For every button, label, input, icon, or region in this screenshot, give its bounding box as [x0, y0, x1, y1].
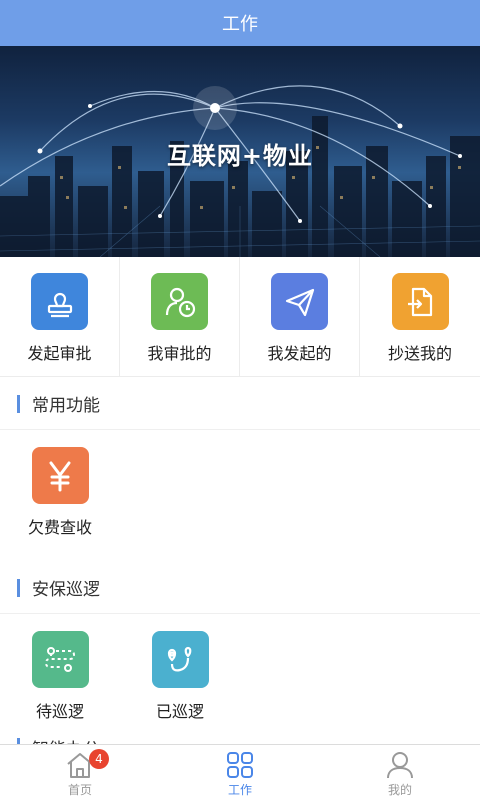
bottom-tab-bar: 4 首页 工作 我的: [0, 744, 480, 800]
grid-item-pending-patrol[interactable]: 待巡逻: [0, 631, 120, 722]
grid-item-label: 待巡逻: [35, 702, 84, 721]
tab-label: 首页: [67, 783, 92, 797]
user-clock-icon: [151, 273, 208, 330]
tab-work[interactable]: 工作: [160, 745, 320, 800]
grid-icon: [227, 752, 253, 778]
grid-item-arrears-collection[interactable]: 欠费查收: [0, 447, 120, 538]
section-marker: [17, 394, 20, 413]
quick-action-my-approvals[interactable]: 我审批的: [120, 257, 240, 377]
section-marker: [17, 578, 20, 597]
section-patrol-header: 安保巡逻: [0, 562, 480, 614]
quick-action-cc-to-me[interactable]: 抄送我的: [360, 257, 480, 377]
quick-action-label: 我发起的: [267, 344, 332, 363]
tab-label: 工作: [227, 783, 252, 797]
tab-home[interactable]: 4 首页: [0, 745, 160, 800]
grid-item-label: 欠费查收: [27, 518, 92, 537]
notification-badge: 4: [89, 749, 109, 769]
section-title: 常用功能: [32, 396, 100, 416]
quick-action-label: 抄送我的: [387, 344, 452, 363]
quick-actions: 发起审批 我审批的 我发起的 抄送我的: [0, 257, 480, 377]
banner-title: 互联网+物业: [166, 142, 314, 170]
tab-mine[interactable]: 我的: [320, 745, 480, 800]
grid-item-completed-patrol[interactable]: 已巡逻: [120, 631, 240, 722]
paper-plane-icon: [271, 273, 328, 330]
title-bar: 工作: [0, 0, 480, 46]
route-done-icon: [151, 631, 209, 688]
stamp-icon: [31, 273, 88, 330]
user-icon: [387, 752, 413, 779]
quick-action-my-initiated[interactable]: 我发起的: [240, 257, 360, 377]
yen-icon: [31, 447, 89, 504]
quick-action-initiate-approval[interactable]: 发起审批: [0, 257, 120, 377]
grid-item-label: 已巡逻: [155, 702, 204, 721]
section-common-header: 常用功能: [0, 378, 480, 430]
quick-action-label: 发起审批: [27, 344, 92, 363]
section-title: 安保巡逻: [32, 580, 100, 600]
banner[interactable]: 互联网+物业: [0, 46, 480, 257]
route-pending-icon: [31, 631, 89, 688]
tab-label: 我的: [387, 783, 412, 797]
document-export-icon: [391, 273, 449, 330]
page-title: 工作: [222, 14, 258, 35]
quick-action-label: 我审批的: [147, 344, 212, 363]
